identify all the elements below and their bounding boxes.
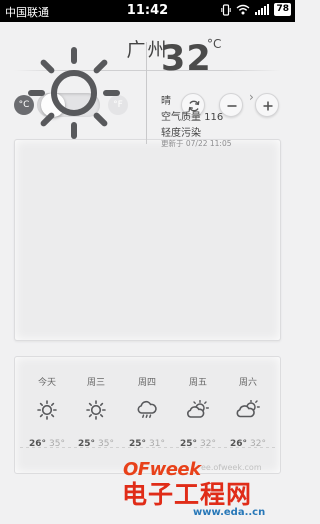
vibrate-icon <box>221 3 232 16</box>
forecast-day: 周六 26° 32° <box>223 375 273 449</box>
pollution-level: 轻度污染 <box>161 128 201 139</box>
plus-icon <box>263 101 273 111</box>
watermark-title: 电子工程网 <box>122 480 253 509</box>
signal-icon <box>255 4 270 15</box>
forecast-day-label: 周三 <box>86 378 105 388</box>
sun-icon <box>22 400 72 420</box>
weather-condition: 晴 <box>161 96 171 107</box>
sun-behind-cloud-icon <box>173 400 223 420</box>
forecast-day-label: 周五 <box>188 378 207 388</box>
cloud-sun-icon <box>223 400 273 420</box>
status-icons: 78 <box>221 3 291 16</box>
update-time: 更新于 07/22 11:05 <box>161 139 232 148</box>
forecast-day-label: 今天 <box>37 378 56 388</box>
forecast-day-label: 周六 <box>238 378 257 388</box>
forecast-day-label: 周四 <box>137 378 156 388</box>
chevron-right-icon[interactable]: › <box>249 90 254 104</box>
current-temperature: 32 <box>161 39 212 79</box>
rain-cloud-icon <box>122 400 172 420</box>
current-weather-card[interactable] <box>14 139 281 341</box>
forecast-day: 周四 25° 31° <box>122 375 172 449</box>
air-quality: 空气质量 116 <box>161 112 224 123</box>
watermark-url-secondary: www.eda..cn <box>193 507 266 518</box>
sun-icon <box>71 400 121 420</box>
status-bar: 中国联通 11:42 78 <box>0 0 295 22</box>
forecast-day: 周三 25° 35° <box>71 375 121 449</box>
wifi-icon <box>236 4 250 15</box>
minus-icon <box>227 105 237 107</box>
temperature-unit: °C <box>207 37 222 51</box>
sun-icon <box>26 45 122 145</box>
forecast-day: 周五 25° 32° <box>173 375 223 449</box>
watermark-rule <box>20 447 275 448</box>
forecast-day: 今天 26° 35° <box>22 375 72 449</box>
watermark-url: ee.ofweek.com <box>201 463 262 472</box>
add-city-button[interactable] <box>255 93 279 117</box>
battery-icon: 78 <box>274 3 291 16</box>
card-divider <box>146 42 147 144</box>
